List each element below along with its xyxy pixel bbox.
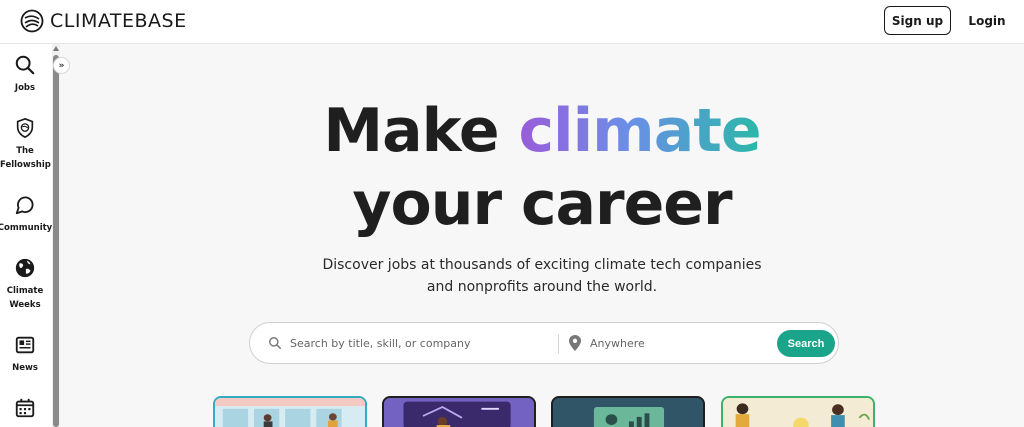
sidebar-item-label: Climate Weeks <box>6 286 44 310</box>
hero-subtitle-line1: Discover jobs at thousands of exciting c… <box>322 257 762 273</box>
globe-icon <box>15 258 35 278</box>
hero-heading-line2: your career <box>352 169 732 239</box>
team-illustration <box>723 398 873 427</box>
sign-up-button[interactable]: Sign up <box>884 6 951 35</box>
sidebar-item-label: News <box>12 363 38 373</box>
search-icon <box>269 337 282 350</box>
sidebar-item-climate-weeks[interactable]: Climate Weeks <box>0 257 50 312</box>
search-button[interactable]: Search <box>777 330 835 357</box>
shield-icon <box>16 117 34 139</box>
feature-card-team[interactable] <box>721 396 875 427</box>
top-navbar: CLIMATEBASE Sign up Login <box>0 0 1024 44</box>
climatebase-logo-icon <box>20 9 44 33</box>
presenter-illustration <box>384 398 534 427</box>
feature-card-dashboard[interactable] <box>551 396 705 427</box>
location-input[interactable] <box>590 329 770 357</box>
hero-heading-prefix: Make <box>323 96 519 166</box>
sidebar-item-community[interactable]: Community <box>0 194 53 235</box>
search-icon <box>15 55 35 75</box>
sidebar-item-news[interactable]: News <box>0 334 50 375</box>
office-illustration <box>215 398 365 427</box>
hero-subtitle: Discover jobs at thousands of exciting c… <box>60 254 1024 298</box>
search-divider <box>558 334 559 354</box>
search-input[interactable] <box>290 329 550 357</box>
scrollbar-thumb[interactable] <box>53 55 59 427</box>
newspaper-icon <box>15 336 35 354</box>
chat-bubble-icon <box>15 196 34 215</box>
dashboard-illustration <box>553 398 703 427</box>
hero-heading-highlight: climate <box>518 96 761 166</box>
login-link[interactable]: Login <box>966 6 1008 35</box>
brand-name: CLIMATEBASE <box>50 10 187 32</box>
sidebar-item-jobs[interactable]: Jobs <box>0 54 50 95</box>
sidebar-item-label: Jobs <box>14 83 36 93</box>
brand-logo[interactable]: CLIMATEBASE <box>20 8 187 34</box>
hero-subtitle-line2: and nonprofits around the world. <box>426 279 658 295</box>
sidebar-item-label: Community <box>0 223 53 233</box>
job-search-bar: Search <box>249 322 839 364</box>
sidebar-item-fellowship[interactable]: The Fellowship <box>0 117 51 172</box>
scroll-up-arrow-icon[interactable] <box>53 46 59 51</box>
sidebar-collapse-button[interactable]: » <box>53 57 70 74</box>
hero-heading-line1: Make climate <box>60 97 1024 165</box>
sidebar: Jobs The Fellowship Community Climate We… <box>0 44 52 427</box>
feature-card-office[interactable] <box>213 396 367 427</box>
calendar-icon <box>15 398 35 418</box>
sidebar-item-label: The Fellowship <box>0 146 51 170</box>
sidebar-item-events[interactable] <box>0 397 50 419</box>
location-pin-icon <box>569 335 581 351</box>
feature-card-presenter[interactable] <box>382 396 536 427</box>
